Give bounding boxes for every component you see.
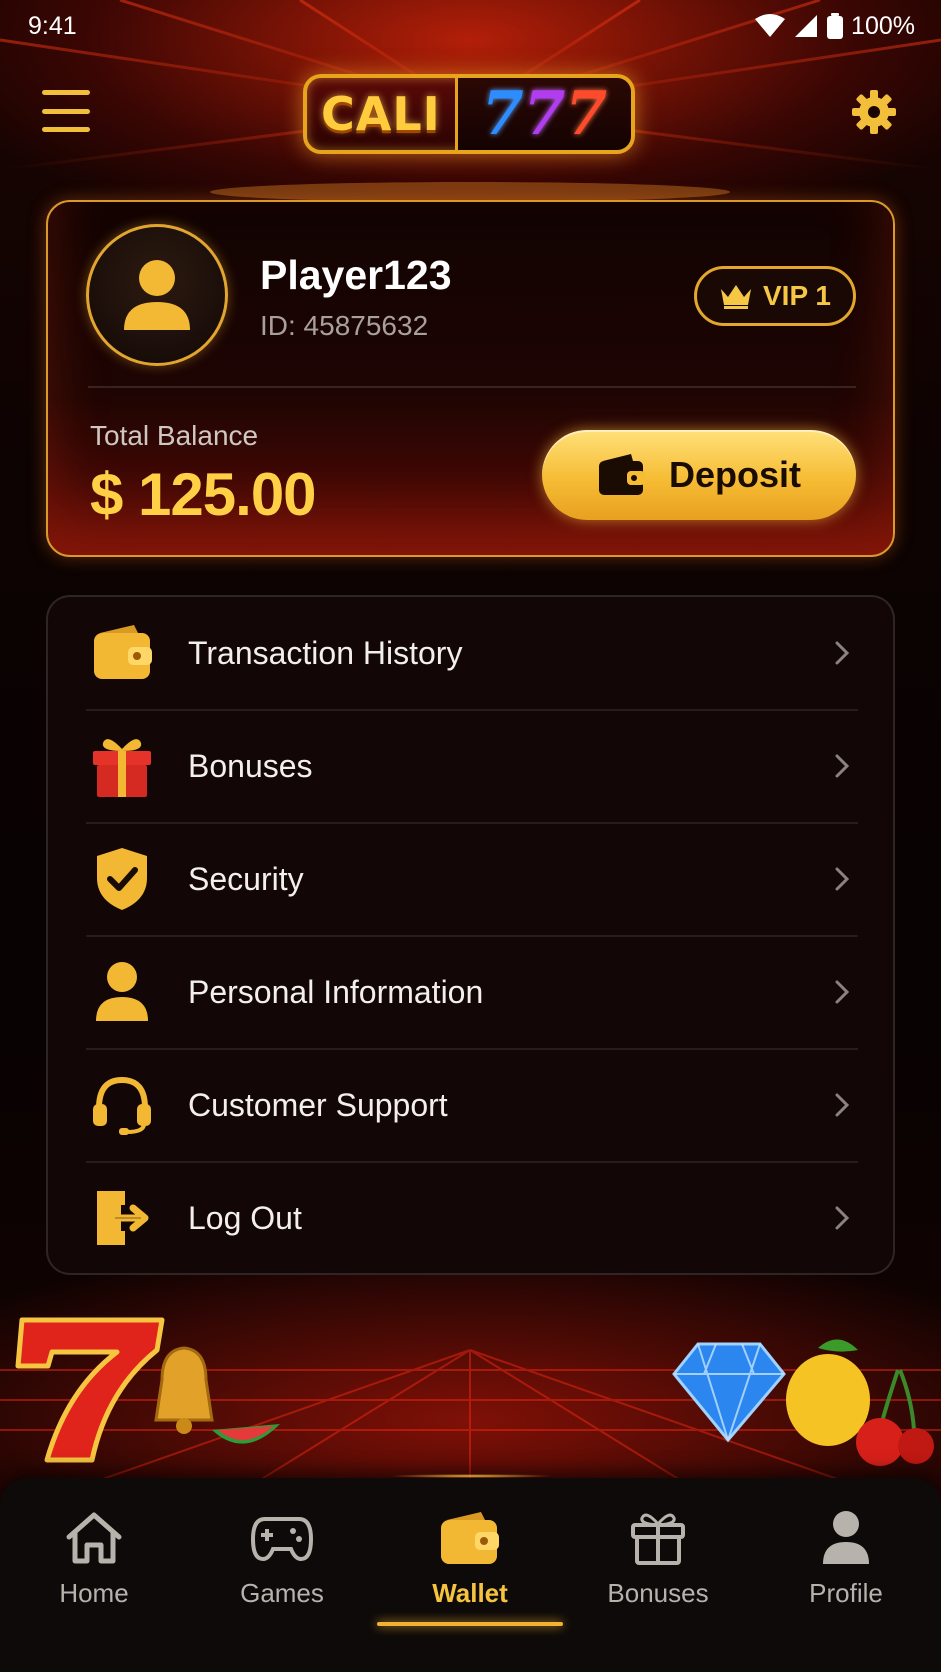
status-bar: 9:41 100% bbox=[0, 0, 941, 52]
person-icon bbox=[86, 956, 158, 1028]
status-icons: 100% bbox=[755, 12, 915, 41]
menu-item-label: Customer Support bbox=[188, 1086, 448, 1123]
wallet-icon bbox=[598, 454, 645, 495]
cali777-logo: CALI 777 bbox=[303, 74, 635, 154]
deposit-label: Deposit bbox=[668, 454, 801, 495]
wallet-icon bbox=[86, 617, 158, 689]
menu-item-customer-support[interactable]: Customer Support bbox=[86, 1049, 858, 1161]
status-time: 9:41 bbox=[28, 11, 77, 40]
floor-grid-decoration bbox=[0, 1349, 941, 1480]
menu-item-bonuses[interactable]: Bonuses bbox=[86, 710, 858, 822]
nav-active-indicator bbox=[377, 1622, 563, 1626]
hamburger-menu-icon[interactable] bbox=[42, 90, 90, 132]
menu-item-label: Log Out bbox=[188, 1199, 302, 1236]
vip-badge[interactable]: VIP 1 bbox=[694, 266, 856, 326]
balance-label: Total Balance bbox=[90, 420, 259, 451]
balance-amount: $ 125.00 bbox=[90, 461, 317, 528]
logout-icon bbox=[86, 1182, 158, 1254]
gamepad-icon bbox=[250, 1506, 314, 1570]
battery-percent: 100% bbox=[851, 11, 915, 40]
diamond-icon bbox=[672, 1342, 786, 1443]
app-header: CALI 777 bbox=[0, 60, 941, 170]
cherry-icon bbox=[856, 1369, 934, 1466]
menu-item-transaction-history[interactable]: Transaction History bbox=[86, 597, 858, 709]
user-id: ID: 45875632 bbox=[260, 310, 429, 341]
nav-label: Games bbox=[240, 1578, 324, 1608]
account-menu: Transaction History Bonuses Security Per… bbox=[46, 595, 895, 1275]
nav-label: Bonuses bbox=[607, 1578, 709, 1608]
profile-card: Player123 ID: 45875632 VIP 1 Total Balan… bbox=[46, 200, 895, 557]
chevron-right-icon bbox=[835, 641, 850, 665]
shield-check-icon bbox=[86, 843, 158, 915]
chevron-right-icon bbox=[835, 980, 850, 1004]
chevron-right-icon bbox=[835, 1093, 850, 1117]
crown-icon bbox=[721, 285, 751, 309]
wallet-icon bbox=[438, 1506, 502, 1570]
avatar[interactable] bbox=[86, 224, 228, 366]
logo-number: 777 bbox=[455, 78, 631, 150]
nav-label: Home bbox=[59, 1578, 129, 1608]
gift-icon bbox=[626, 1506, 690, 1570]
gear-icon[interactable] bbox=[850, 88, 898, 136]
nav-games[interactable]: Games bbox=[188, 1478, 376, 1638]
slot-decoration-right bbox=[672, 1339, 934, 1466]
nav-label: Profile bbox=[809, 1578, 883, 1608]
home-icon bbox=[62, 1506, 126, 1570]
battery-icon bbox=[827, 13, 844, 39]
menu-item-label: Security bbox=[188, 860, 304, 897]
bell-icon bbox=[154, 1346, 214, 1434]
watermelon-icon bbox=[212, 1424, 280, 1444]
chevron-right-icon bbox=[835, 754, 850, 778]
signal-icon bbox=[795, 15, 818, 37]
nav-home[interactable]: Home bbox=[0, 1478, 188, 1638]
deposit-button[interactable]: Deposit bbox=[542, 430, 856, 520]
menu-item-personal-information[interactable]: Personal Information bbox=[86, 936, 858, 1048]
chevron-right-icon bbox=[835, 1206, 850, 1230]
username: Player123 bbox=[260, 252, 452, 298]
menu-item-log-out[interactable]: Log Out bbox=[86, 1162, 858, 1274]
nav-profile[interactable]: Profile bbox=[752, 1478, 940, 1638]
card-divider bbox=[88, 386, 856, 388]
bottom-navigation: Home Games Wallet Bonuses Profile bbox=[0, 1474, 941, 1672]
nav-bonuses[interactable]: Bonuses bbox=[564, 1478, 752, 1638]
menu-item-security[interactable]: Security bbox=[86, 823, 858, 935]
menu-item-label: Transaction History bbox=[188, 634, 463, 671]
menu-item-label: Bonuses bbox=[188, 747, 313, 784]
vip-label: VIP 1 bbox=[763, 280, 831, 311]
headset-icon bbox=[86, 1069, 158, 1141]
menu-item-label: Personal Information bbox=[188, 973, 484, 1010]
lucky-seven-icon bbox=[15, 1317, 165, 1463]
slot-decoration-left bbox=[15, 1317, 280, 1463]
person-icon bbox=[814, 1506, 878, 1570]
logo-text: CALI bbox=[321, 87, 441, 141]
lemon-icon bbox=[786, 1339, 870, 1446]
person-icon bbox=[124, 260, 190, 330]
wifi-icon bbox=[755, 14, 786, 37]
nav-wallet[interactable]: Wallet bbox=[376, 1478, 564, 1638]
gift-icon bbox=[86, 730, 158, 802]
chevron-right-icon bbox=[835, 867, 850, 891]
nav-label: Wallet bbox=[432, 1578, 508, 1608]
